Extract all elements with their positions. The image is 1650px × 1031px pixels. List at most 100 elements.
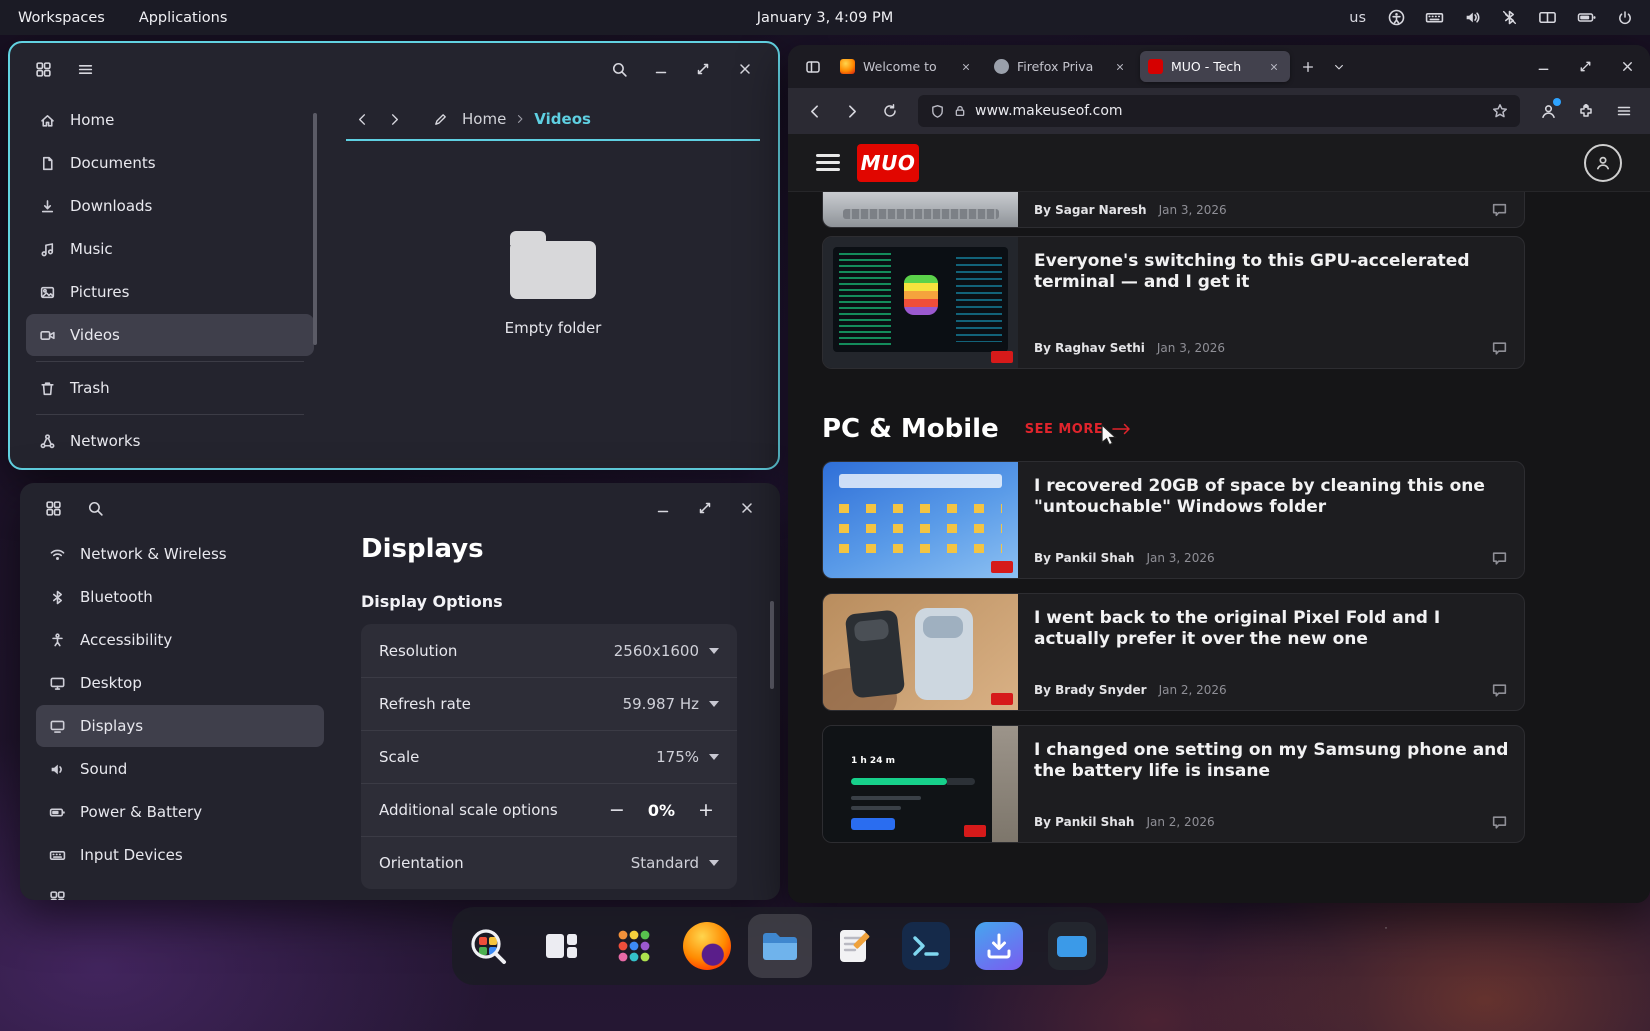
breadcrumb-home[interactable]: Home: [458, 110, 510, 128]
tracking-protection-shield-icon[interactable]: [930, 104, 945, 119]
scale-decrease-button[interactable]: −: [604, 799, 630, 821]
tab-list-dropdown-icon[interactable]: [1326, 53, 1352, 81]
article-card[interactable]: 1 h 24 m I changed one setting on my Sam…: [822, 725, 1525, 843]
dock-files-icon[interactable]: [748, 914, 812, 978]
url-bar[interactable]: www.makeuseof.com: [918, 95, 1520, 127]
bookmark-star-icon[interactable]: [1492, 103, 1508, 119]
clock-applet[interactable]: January 3, 4:09 PM: [757, 0, 893, 35]
tab-muo-active[interactable]: MUO - Tech: [1140, 51, 1290, 82]
dock-firefox-icon[interactable]: [675, 914, 739, 978]
dock-text-editor-icon[interactable]: [821, 914, 885, 978]
sidebar-item-bluetooth[interactable]: Bluetooth: [36, 576, 324, 618]
article-card[interactable]: I recovered 20GB of space by cleaning th…: [822, 461, 1525, 579]
settings-scrollbar[interactable]: [770, 601, 774, 689]
settings-close-button[interactable]: [730, 491, 764, 525]
muo-logo[interactable]: MUO: [857, 144, 919, 182]
volume-applet-icon[interactable]: [1461, 7, 1483, 29]
account-icon[interactable]: [1532, 95, 1564, 127]
accessibility-applet-icon[interactable]: [1385, 7, 1407, 29]
back-button[interactable]: [798, 95, 830, 127]
see-more-link[interactable]: SEE MORE: [1025, 422, 1134, 437]
tab-close-icon[interactable]: [1112, 59, 1128, 75]
article-title[interactable]: I changed one setting on my Samsung phon…: [1034, 740, 1514, 782]
sidebar-item-power-battery[interactable]: Power & Battery: [36, 791, 324, 833]
sidebar-item-documents[interactable]: Documents: [26, 142, 314, 184]
back-button[interactable]: [348, 105, 376, 133]
site-menu-icon[interactable]: [816, 154, 840, 171]
keyboard-applet-icon[interactable]: [1422, 7, 1446, 29]
window-close-button[interactable]: [1614, 54, 1640, 80]
files-titlebar[interactable]: [10, 43, 778, 95]
workspaces-button[interactable]: Workspaces: [14, 8, 109, 28]
sidebar-item-videos[interactable]: Videos: [26, 314, 314, 356]
article-title[interactable]: I went back to the original Pixel Fold a…: [1034, 608, 1514, 650]
sidebar-item-partial[interactable]: [36, 877, 324, 900]
app-menu-icon[interactable]: [1608, 95, 1640, 127]
dock-store-icon[interactable]: [967, 914, 1031, 978]
comments-icon[interactable]: [1491, 340, 1508, 357]
dock-terminal-icon[interactable]: [894, 914, 958, 978]
article-title[interactable]: I recovered 20GB of space by cleaning th…: [1034, 476, 1514, 518]
url-text[interactable]: www.makeuseof.com: [975, 103, 1484, 119]
scale-increase-button[interactable]: +: [693, 799, 719, 821]
tab-close-icon[interactable]: [1266, 59, 1282, 75]
comments-icon[interactable]: [1491, 201, 1508, 218]
input-source-applet[interactable]: us: [1345, 8, 1370, 28]
site-account-avatar[interactable]: [1584, 144, 1622, 182]
article-card[interactable]: Everyone's switching to this GPU-acceler…: [822, 236, 1525, 369]
sidebar-item-networks[interactable]: Networks: [26, 420, 314, 462]
tab-firefox-privacy[interactable]: Firefox Priva: [986, 51, 1136, 82]
edit-path-icon[interactable]: [426, 105, 454, 133]
sidebar-item-music[interactable]: Music: [26, 228, 314, 270]
article-author[interactable]: By Brady Snyder: [1034, 683, 1147, 697]
sidebar-item-displays[interactable]: Displays: [36, 705, 324, 747]
dock-display-settings-icon[interactable]: [1040, 914, 1104, 978]
reload-button[interactable]: [874, 95, 906, 127]
settings-maximize-button[interactable]: [688, 491, 722, 525]
resolution-row[interactable]: Resolution 2560x1600: [361, 624, 737, 677]
sidebar-item-input-devices[interactable]: Input Devices: [36, 834, 324, 876]
sidebar-item-accessibility[interactable]: Accessibility: [36, 619, 324, 661]
forward-button[interactable]: [380, 105, 408, 133]
window-maximize-button[interactable]: [1572, 54, 1598, 80]
tab-welcome[interactable]: Welcome to: [832, 51, 982, 82]
power-applet-icon[interactable]: [1614, 7, 1636, 29]
article-author[interactable]: By Pankil Shah: [1034, 551, 1134, 565]
tiling-applet-icon[interactable]: [1535, 7, 1559, 29]
firefox-view-icon[interactable]: [798, 52, 828, 82]
comments-icon[interactable]: [1491, 682, 1508, 699]
sidebar-item-sound[interactable]: Sound: [36, 748, 324, 790]
article-card-partial[interactable]: By Sagar Naresh Jan 3, 2026: [822, 192, 1525, 228]
settings-grid-view-icon[interactable]: [36, 491, 70, 525]
lock-icon[interactable]: [953, 104, 967, 118]
battery-applet-icon[interactable]: [1574, 7, 1599, 29]
scale-row[interactable]: Scale 175%: [361, 730, 737, 783]
sidebar-item-desktop[interactable]: Desktop: [36, 662, 324, 704]
dock-app-library-icon[interactable]: [602, 914, 666, 978]
settings-minimize-button[interactable]: [646, 491, 680, 525]
sidebar-item-network-wireless[interactable]: Network & Wireless: [36, 533, 324, 575]
applications-button[interactable]: Applications: [135, 8, 232, 28]
refresh-rate-row[interactable]: Refresh rate 59.987 Hz: [361, 677, 737, 730]
bluetooth-disabled-applet-icon[interactable]: [1498, 7, 1520, 29]
files-minimize-button[interactable]: [644, 52, 678, 86]
forward-button[interactable]: [836, 95, 868, 127]
files-sidebar-scrollbar[interactable]: [313, 113, 317, 345]
files-close-button[interactable]: [728, 52, 762, 86]
window-minimize-button[interactable]: [1530, 54, 1556, 80]
article-card[interactable]: I went back to the original Pixel Fold a…: [822, 593, 1525, 711]
files-menu-icon[interactable]: [68, 52, 102, 86]
new-tab-button[interactable]: [1294, 53, 1322, 81]
sidebar-item-downloads[interactable]: Downloads: [26, 185, 314, 227]
settings-search-icon[interactable]: [78, 491, 112, 525]
extensions-puzzle-icon[interactable]: [1570, 95, 1602, 127]
dock-launcher-icon[interactable]: [456, 914, 520, 978]
article-title[interactable]: Everyone's switching to this GPU-acceler…: [1034, 251, 1514, 293]
files-search-icon[interactable]: [602, 52, 636, 86]
sidebar-item-trash[interactable]: Trash: [26, 367, 314, 409]
files-maximize-button[interactable]: [686, 52, 720, 86]
article-author[interactable]: By Pankil Shah: [1034, 815, 1134, 829]
tab-close-icon[interactable]: [958, 59, 974, 75]
comments-icon[interactable]: [1491, 814, 1508, 831]
sidebar-item-pictures[interactable]: Pictures: [26, 271, 314, 313]
